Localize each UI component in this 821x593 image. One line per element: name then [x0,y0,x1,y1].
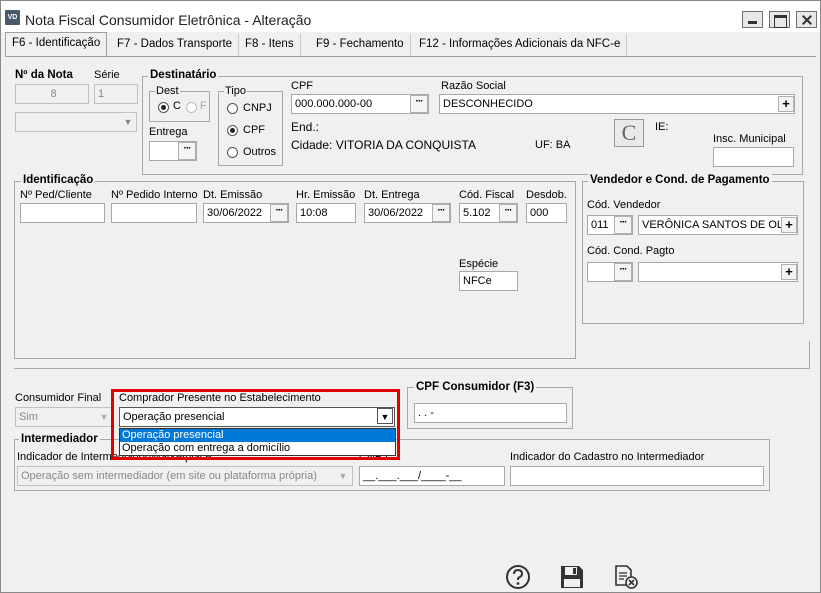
minimize-button[interactable] [742,11,763,28]
nota-field: 8 [15,84,89,104]
razao-social-field[interactable]: DESCONHECIDO [439,94,795,114]
ped-cliente-label: Nº Ped/Cliente [20,189,92,201]
cancel-document-icon[interactable] [613,564,639,590]
tipo-outros-label: Outros [243,146,277,158]
cpf-lookup-button[interactable]: ··· [410,95,428,113]
dest-c-label: C [173,100,181,112]
cidade-text: Cidade: VITORIA DA CONQUISTA [291,138,476,152]
chevron-down-icon: ▼ [123,117,133,127]
indicador-cadastro-label: Indicador do Cadastro no Intermediador [510,451,705,463]
vendedor-title: Vendedor e Cond. de Pagamento [588,174,772,186]
tipo-cpf-label: CPF [243,124,265,136]
insc-municipal-label: Insc. Municipal [713,133,786,145]
dt-emissao-label: Dt. Emissão [203,189,263,201]
cond-pagto-add-button[interactable]: + [781,264,797,280]
app-icon: VD [5,10,20,25]
maximize-button[interactable] [769,11,790,28]
title-bar[interactable]: VD Nota Fiscal Consumidor Eletrônica - A… [1,1,820,32]
window-title: Nota Fiscal Consumidor Eletrônica - Alte… [25,12,312,28]
hr-emissao-field[interactable]: 10:08 [296,203,356,223]
dt-entrega-label: Dt. Entrega [364,189,420,201]
tipo-label: Tipo [224,85,247,97]
cond-pagto-lookup-button[interactable]: ··· [614,263,632,281]
tab-fechamento[interactable]: F9 - Fechamento [310,34,411,56]
especie-label: Espécie [459,258,499,270]
cnpj-intermediador-field[interactable]: __.___.___/____-__ [359,466,505,486]
uf-text: UF: BA [535,139,571,151]
hr-emissao-label: Hr. Emissão [296,189,356,201]
entrega-lookup-button[interactable]: ··· [178,142,196,160]
cod-vendedor-label: Cód. Vendedor [587,199,661,211]
highlight-box [111,389,400,460]
tab-dados-transporte[interactable]: F7 - Dados Transporte [111,34,240,56]
nota-select: ▼ [15,112,137,132]
vendedor-nome-field[interactable]: VERÔNICA SANTOS DE OLIVEIRA [638,215,798,235]
dt-emissao-calendar-button[interactable]: ··· [270,204,288,222]
indicador-cadastro-field[interactable] [510,466,764,486]
cpf-label: CPF [291,80,313,92]
ped-interno-label: Nº Pedido Interno [111,189,198,201]
dest-f-label: F [200,100,207,112]
serie-label: Série [94,69,120,81]
indicador-intermediador-select: Operação sem intermediador (em site ou p… [17,466,353,486]
dest-c-radio[interactable] [158,102,169,113]
ped-cliente-field[interactable] [20,203,105,223]
nota-label: Nº da Nota [15,69,73,81]
endereco-label: End.: [291,120,320,134]
entrega-label: Entrega [149,126,188,138]
tab-informacoes-adicionais[interactable]: F12 - Informações Adicionais da NFC-e [413,34,628,56]
ped-interno-field[interactable] [111,203,197,223]
c-button[interactable]: C [614,119,644,147]
destinatario-title: Destinatário [148,69,219,81]
close-button[interactable] [796,11,817,28]
tipo-cnpj-label: CNPJ [243,102,272,114]
dest-f-radio[interactable] [186,102,197,113]
desdob-field[interactable]: 000 [526,203,567,223]
cond-pagto-label: Cód. Cond. Pagto [587,245,675,257]
consumidor-final-label: Consumidor Final [15,392,102,404]
tab-pane-border [5,56,816,57]
cond-pagto-desc-field[interactable] [638,262,798,282]
ie-label: IE: [655,121,669,133]
insc-municipal-field[interactable] [713,147,794,167]
razao-social-label: Razão Social [441,80,506,92]
intermediador-title: Intermediador [19,433,100,445]
tab-identificacao[interactable]: F6 - Identificação [5,32,108,56]
dest-label: Dest [155,85,180,97]
tipo-cnpj-radio[interactable] [227,103,238,114]
cpf-field[interactable]: 000.000.000-00 [291,94,429,114]
desdob-label: Desdob. [526,189,567,201]
tipo-outros-radio[interactable] [227,147,238,158]
nfce-window: VD Nota Fiscal Consumidor Eletrônica - A… [0,0,821,593]
serie-field: 1 [94,84,138,104]
tipo-cpf-radio[interactable] [227,125,238,136]
save-icon[interactable] [559,564,585,590]
dt-entrega-calendar-button[interactable]: ··· [432,204,450,222]
chevron-down-icon: ▼ [338,471,348,481]
identificacao-title: Identificação [21,174,96,186]
cod-vendedor-lookup-button[interactable]: ··· [614,216,632,234]
cod-fiscal-lookup-button[interactable]: ··· [499,204,517,222]
cpf-consumidor-title: CPF Consumidor (F3) [414,381,537,393]
razao-social-add-button[interactable]: + [778,96,794,112]
especie-field[interactable]: NFCe [459,271,518,291]
cod-fiscal-label: Cód. Fiscal [459,189,515,201]
chevron-down-icon: ▼ [99,412,109,422]
help-icon[interactable] [505,564,531,590]
tab-itens[interactable]: F8 - Itens [239,34,301,56]
main-section-border [14,341,810,369]
cpf-consumidor-field[interactable]: . . - [414,403,567,423]
vendedor-add-button[interactable]: + [781,217,797,233]
